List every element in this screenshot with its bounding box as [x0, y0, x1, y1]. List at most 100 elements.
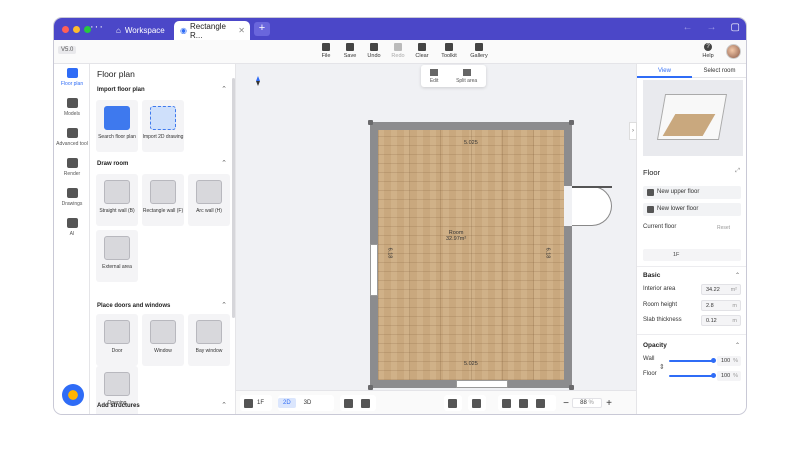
avatar[interactable] — [726, 44, 741, 59]
mode-3d-button[interactable]: 3D — [304, 400, 312, 406]
sidebar-item-advanced-tool[interactable]: Advanced tool — [54, 124, 90, 154]
room-floor[interactable] — [378, 130, 564, 380]
section-draw-room[interactable]: Draw room ⌃ — [90, 158, 234, 170]
ai-icon — [66, 218, 78, 228]
clear-button[interactable]: Clear — [412, 42, 432, 59]
door-card[interactable]: Door — [96, 314, 138, 366]
room-label[interactable]: Room 32.97m² — [446, 230, 466, 242]
dimension-top: 5.025 — [464, 140, 478, 146]
floor-opacity-slider[interactable] — [669, 375, 713, 377]
card-label: Import 2D drawing — [142, 134, 184, 140]
help-button[interactable]: ? Help — [699, 42, 717, 59]
redo-button[interactable]: Redo — [388, 42, 408, 59]
zoom-value-field[interactable]: 88 % — [572, 398, 602, 408]
undo-button[interactable]: Undo — [364, 42, 384, 59]
import-2d-drawing-card[interactable]: Import 2D drawing — [142, 100, 184, 152]
eye-icon[interactable] — [344, 398, 353, 408]
chevron-up-icon[interactable]: ⌃ — [221, 159, 227, 167]
new-tab-button[interactable]: + — [254, 22, 270, 36]
chevron-up-icon[interactable]: ⌃ — [221, 401, 227, 409]
new-upper-floor-button[interactable]: New upper floor — [643, 186, 741, 199]
interior-area-field[interactable]: 34.22 m² — [701, 284, 741, 295]
close-tab-icon[interactable]: ✕ — [238, 26, 245, 35]
chevron-up-icon[interactable]: ⌃ — [735, 272, 740, 279]
tab-workspace[interactable]: ⌂ Workspace — [110, 21, 170, 40]
lock-button[interactable] — [444, 395, 462, 411]
tab-view[interactable]: View — [637, 64, 692, 78]
design-canvas[interactable]: Edit Split area 5.025 5.025 6.18 6.18 Ro… — [236, 64, 670, 390]
chevron-up-icon[interactable]: ⌃ — [221, 85, 227, 93]
left-nav-sidebar: Floor plan Models Advanced tool Render D… — [54, 64, 90, 414]
reset-link[interactable]: Reset — [717, 225, 730, 231]
wall-opacity-handle[interactable] — [711, 358, 716, 363]
straight-wall-card[interactable]: Straight wall (B) — [96, 174, 138, 226]
rectangle-wall-card[interactable]: Rectangle wall (F) — [142, 174, 184, 226]
card-label: Window — [154, 348, 172, 354]
close-window-button[interactable] — [62, 26, 69, 33]
forward-icon[interactable]: → — [707, 22, 717, 33]
chevron-up-icon[interactable]: ⌃ — [221, 301, 227, 309]
floor-selector[interactable]: 1F — [240, 395, 272, 411]
window-icon[interactable]: ▢ — [731, 22, 740, 33]
edit-button[interactable]: Edit — [430, 68, 438, 84]
section-add-structures[interactable]: Add structures ⌃ — [90, 400, 234, 412]
gallery-button[interactable]: Gallery — [466, 42, 492, 59]
more-icon[interactable]: ··· — [90, 21, 104, 33]
fit-view-icon[interactable] — [519, 398, 528, 408]
dimension-left: 6.18 — [386, 247, 393, 259]
current-floor-select[interactable]: 1F — [643, 249, 741, 261]
sidebar-item-floor-plan[interactable]: Floor plan — [54, 64, 90, 94]
snapshot-icon[interactable] — [502, 398, 511, 408]
chevron-up-icon[interactable]: ⌃ — [735, 342, 740, 349]
sidebar-item-ai[interactable]: AI — [54, 214, 90, 244]
door-swing[interactable] — [572, 186, 612, 226]
expand-icon[interactable]: ⤢ — [735, 168, 740, 175]
room-height-field[interactable]: 2.8 m — [701, 300, 741, 311]
window-card[interactable]: Window — [142, 314, 184, 366]
new-lower-floor-button[interactable]: New lower floor — [643, 203, 741, 216]
sidebar-item-render[interactable]: Render — [54, 154, 90, 184]
frame-icon[interactable] — [536, 398, 545, 408]
wall-opacity-slider[interactable] — [669, 360, 713, 362]
left-window[interactable] — [370, 244, 378, 296]
slab-thickness-field[interactable]: 0.12 m — [701, 315, 741, 326]
floor-opacity-field[interactable]: 100% — [717, 371, 741, 381]
tab-active-design[interactable]: ◉ Rectangle R... ✕ — [174, 21, 250, 40]
door-leaf[interactable] — [572, 186, 612, 188]
assistant-badge-icon[interactable] — [62, 384, 84, 406]
wall-opacity-field[interactable]: 100% — [717, 356, 741, 366]
zoom-out-icon[interactable]: − — [560, 398, 572, 409]
split-area-button[interactable]: Split area — [456, 68, 478, 84]
link-icon[interactable]: ⇕ — [659, 363, 665, 371]
3d-preview[interactable] — [643, 80, 743, 156]
bay-window-card[interactable]: Bay window — [188, 314, 230, 366]
save-button[interactable]: Save — [340, 42, 360, 59]
file-button[interactable]: File — [316, 42, 336, 59]
split-area-label: Split area — [456, 77, 478, 84]
floor-opacity-handle[interactable] — [711, 373, 716, 378]
help-label: Help — [702, 53, 714, 59]
toolkit-button[interactable]: Toolkit — [436, 42, 462, 59]
door-icon — [104, 320, 130, 344]
external-area-card[interactable]: External area — [96, 230, 138, 282]
section-import[interactable]: Import floor plan ⌃ — [90, 84, 234, 96]
wall-corner[interactable] — [569, 120, 574, 125]
zoom-in-icon[interactable]: + — [602, 398, 616, 409]
panel-scrollbar[interactable] — [232, 78, 235, 318]
minimize-window-button[interactable] — [73, 26, 80, 33]
slab-thickness-label: Slab thickness — [643, 317, 682, 323]
arc-wall-card[interactable]: Arc wall (H) — [188, 174, 230, 226]
section-doors-windows[interactable]: Place doors and windows ⌃ — [90, 300, 234, 312]
tab-select-room[interactable]: Select room — [692, 64, 746, 78]
mode-2d-button[interactable]: 2D — [278, 398, 296, 408]
back-icon[interactable]: ← — [683, 22, 693, 33]
sidebar-item-drawings[interactable]: Drawings — [54, 184, 90, 214]
collapse-panel-icon[interactable]: › — [629, 122, 637, 140]
bottom-window[interactable] — [456, 380, 508, 388]
room-area: 32.97m² — [446, 236, 467, 242]
toggle-button[interactable] — [468, 395, 486, 411]
copy-icon[interactable] — [361, 398, 370, 408]
sidebar-item-models[interactable]: Models — [54, 94, 90, 124]
wall-corner[interactable] — [368, 120, 373, 125]
search-floor-plan-card[interactable]: Search floor plan — [96, 100, 138, 152]
